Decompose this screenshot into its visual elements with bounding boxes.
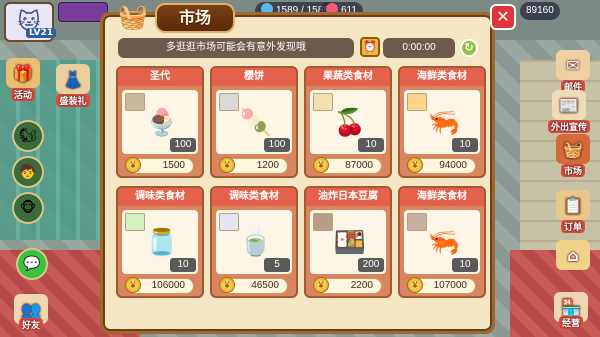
item-display: 🍵 5 (216, 210, 292, 274)
item-quantity: 100 (264, 138, 290, 152)
helper-slot-1[interactable]: 🐿 (12, 120, 44, 152)
close-icon: ✕ (496, 7, 510, 26)
market-item-card[interactable]: 海鲜类食材 🦐 10 ¥ 94000 (398, 66, 486, 178)
orders-icon: 📋 (556, 190, 590, 220)
helper-slot-2[interactable]: 🧒 (12, 156, 44, 188)
item-name: 海鲜类食材 (400, 188, 484, 206)
item-price[interactable]: ¥ 46500 (219, 277, 288, 294)
market-item-card[interactable]: 调味类食材 🍵 5 ¥ 46500 (210, 186, 298, 298)
coin-icon: ¥ (219, 157, 235, 173)
seasoning-pot-icon: 🍵 (239, 228, 273, 258)
item-price[interactable]: ¥ 1200 (219, 157, 288, 174)
item-display: 🦐 10 (404, 90, 480, 154)
helper-icon: 🐵 (19, 200, 37, 216)
activity-icon: 🎁 (6, 58, 40, 88)
promo-button[interactable]: 📰 外出宣传 (548, 90, 591, 133)
coin-icon: ¥ (125, 157, 141, 173)
mail-button[interactable]: ✉ 邮件 (556, 50, 590, 93)
item-quantity: 10 (452, 258, 478, 272)
item-display: 🍨 100 (122, 90, 198, 154)
item-quantity: 10 (452, 138, 478, 152)
market-basket-icon: 🧺 (118, 3, 148, 31)
coin-icon: ¥ (219, 277, 235, 293)
promo-icon: 📰 (552, 90, 586, 120)
coin-icon: ¥ (407, 277, 423, 293)
item-name: 海鲜类食材 (400, 68, 484, 86)
market-item-card[interactable]: 圣代 🍨 100 ¥ 1500 (116, 66, 204, 178)
mail-icon: ✉ (556, 50, 590, 80)
coin-icon: ¥ (125, 277, 141, 293)
item-name: 圣代 (118, 68, 202, 86)
sakura-mochi-icon: 🍡 (239, 108, 273, 138)
refresh-icon[interactable]: ↻ (460, 39, 478, 57)
fried-tofu-icon: 🍱 (333, 228, 367, 258)
item-display: 🍒 10 (310, 90, 386, 154)
item-display: 🍱 200 (310, 210, 386, 274)
item-price[interactable]: ¥ 107000 (407, 277, 476, 294)
coin-icon: ¥ (313, 157, 329, 173)
item-price[interactable]: ¥ 94000 (407, 157, 476, 174)
coin-icon: ¥ (407, 157, 423, 173)
chat-button[interactable]: 💬 (16, 248, 48, 280)
item-price[interactable]: ¥ 1500 (125, 157, 194, 174)
market-item-card[interactable]: 海鲜类食材 🦐 10 ¥ 107000 (398, 186, 486, 298)
player-level: LV21 (26, 28, 56, 38)
item-name: 油炸日本豆腐 (306, 188, 390, 206)
seasoning-jar-icon: 🫙 (145, 228, 179, 258)
seafood-icon: 🦐 (427, 228, 461, 258)
item-quantity: 5 (264, 258, 290, 272)
refresh-timer: 0:00:00 (383, 38, 455, 58)
item-name: 樱饼 (212, 68, 296, 86)
close-button[interactable]: ✕ (490, 4, 516, 30)
premium-stat: 89160 (520, 2, 560, 20)
activity-button[interactable]: 🎁 活动 (6, 58, 40, 101)
item-display: 🦐 10 (404, 210, 480, 274)
item-name: 调味类食材 (212, 188, 296, 206)
item-display: 🍡 100 (216, 90, 292, 154)
item-price[interactable]: ¥ 106000 (125, 277, 194, 294)
party-button[interactable]: 👗 盛装礼 (56, 64, 90, 107)
fruit-veg-icon: 🍒 (333, 108, 367, 138)
market-item-card[interactable]: 樱饼 🍡 100 ¥ 1200 (210, 66, 298, 178)
clock-icon: ⏰ (360, 37, 380, 57)
item-quantity: 200 (358, 258, 384, 272)
home-up-icon: ⌂ (556, 240, 590, 270)
manage-button[interactable]: 🏪 经营 (554, 292, 588, 329)
item-price[interactable]: ¥ 2200 (313, 277, 382, 294)
party-icon: 👗 (56, 64, 90, 94)
item-name: 果蔬类食材 (306, 68, 390, 86)
market-item-card[interactable]: 油炸日本豆腐 🍱 200 ¥ 2200 (304, 186, 392, 298)
item-quantity: 10 (170, 258, 196, 272)
market-info-text: 多逛逛市场可能会有意外发现哦 (118, 38, 354, 58)
chat-icon: 💬 (23, 256, 41, 272)
coin-icon: ¥ (313, 277, 329, 293)
market-button[interactable]: 🧺 市场 (556, 134, 590, 177)
helper-slot-3[interactable]: 🐵 (12, 192, 44, 224)
item-price[interactable]: ¥ 87000 (313, 157, 382, 174)
item-quantity: 100 (170, 138, 196, 152)
helper-icon: 🧒 (19, 164, 37, 180)
friends-button[interactable]: 👥 好友 (14, 294, 48, 331)
home-button[interactable]: ⌂ (556, 240, 590, 270)
item-name: 调味类食材 (118, 188, 202, 206)
helper-icon: 🐿 (19, 128, 37, 144)
seafood-icon: 🦐 (427, 108, 461, 138)
market-title: 市场 (155, 3, 235, 33)
market-icon: 🧺 (556, 134, 590, 164)
market-item-card[interactable]: 调味类食材 🫙 10 ¥ 106000 (116, 186, 204, 298)
market-item-grid: 圣代 🍨 100 ¥ 1500 樱饼 🍡 100 ¥ 1200 果蔬类食材 🍒 … (116, 66, 486, 306)
item-quantity: 10 (358, 138, 384, 152)
item-display: 🫙 10 (122, 210, 198, 274)
orders-button[interactable]: 📋 订单 (556, 190, 590, 233)
sundae-icon: 🍨 (145, 108, 179, 138)
market-item-card[interactable]: 果蔬类食材 🍒 10 ¥ 87000 (304, 66, 392, 178)
